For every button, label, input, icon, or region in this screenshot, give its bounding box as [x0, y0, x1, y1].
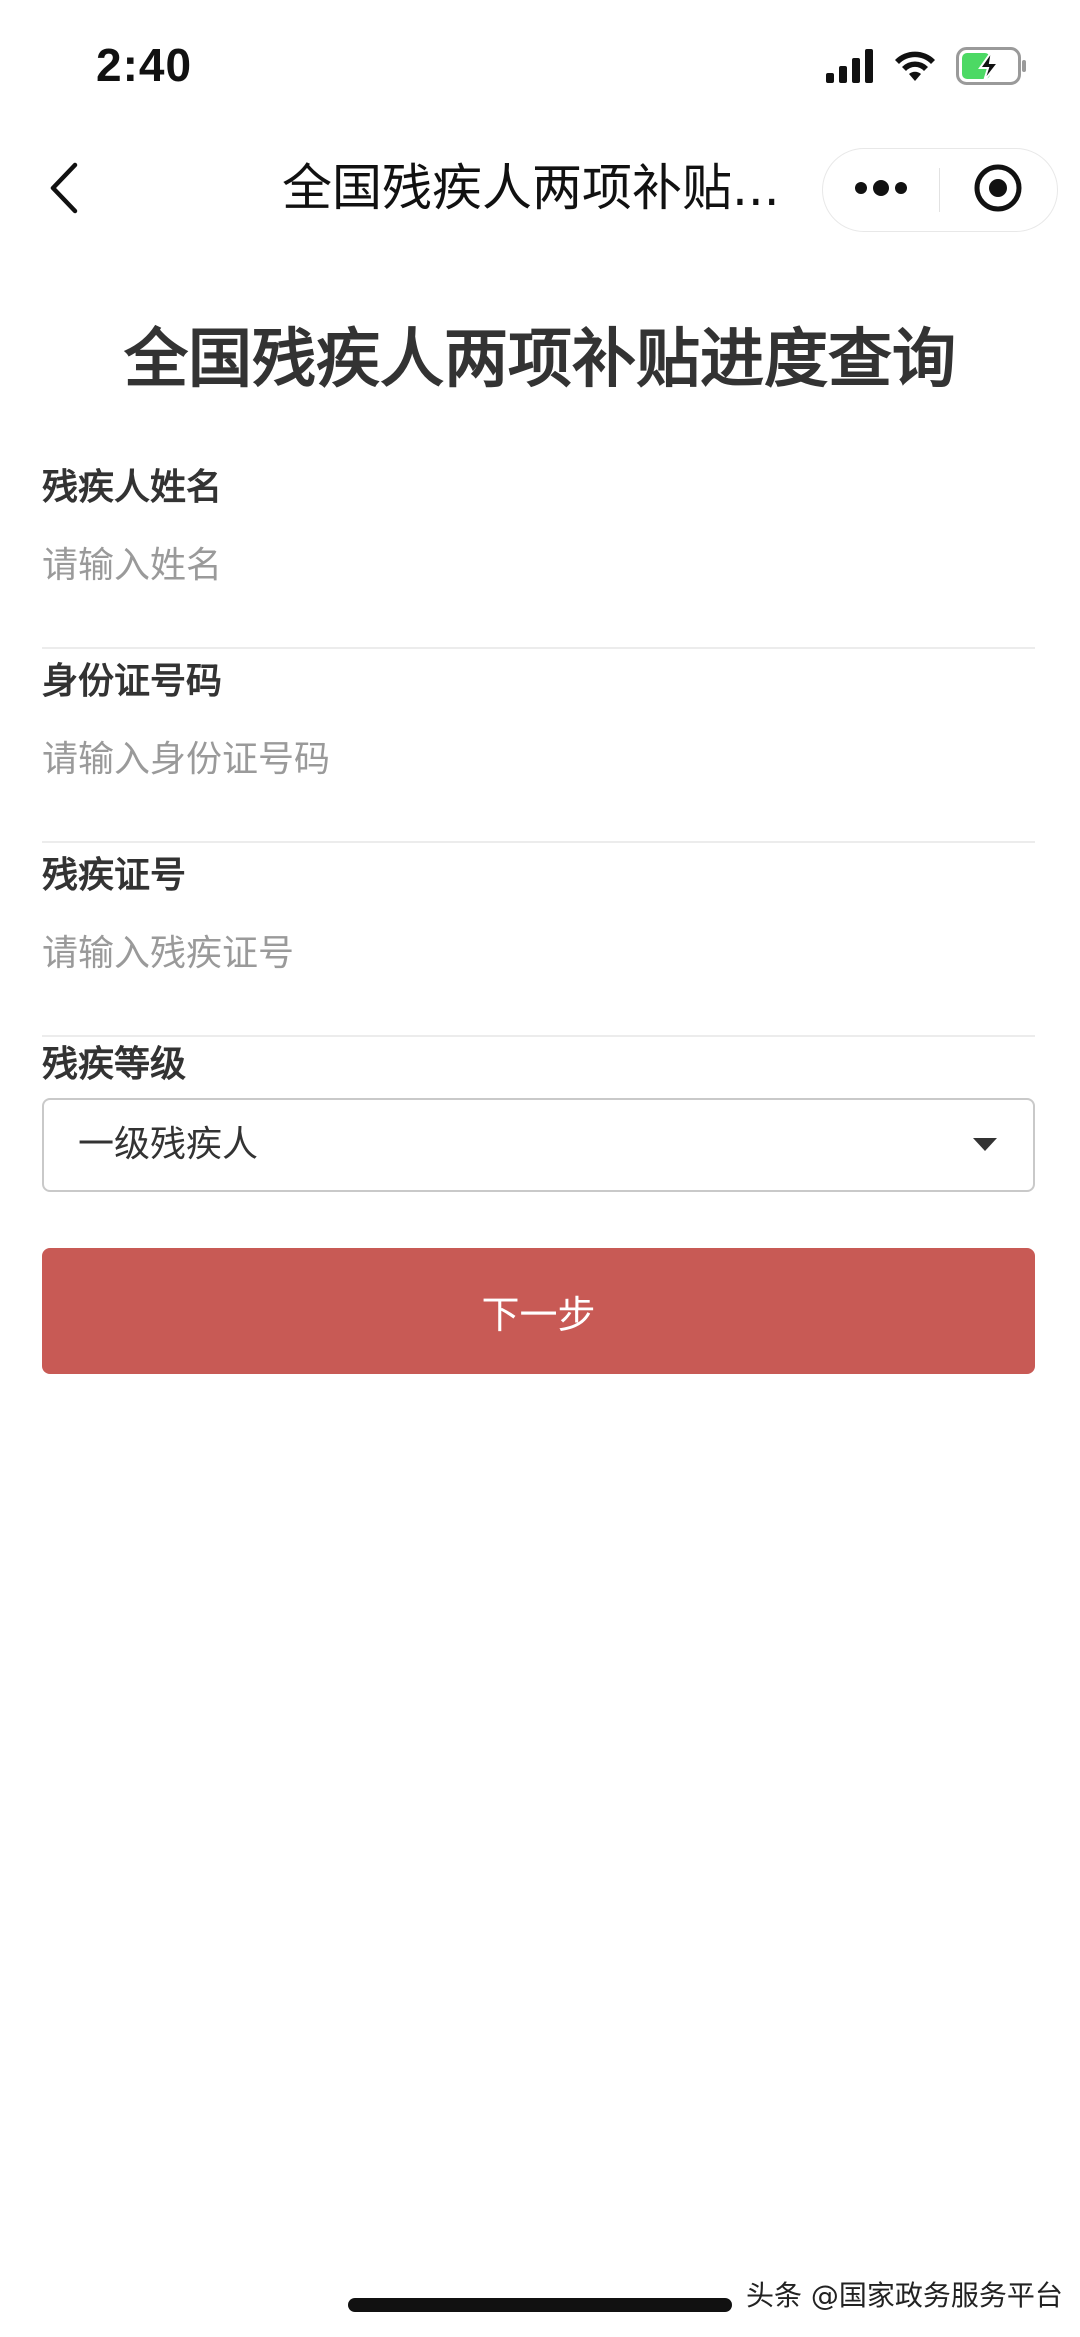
- name-input[interactable]: [42, 535, 1035, 595]
- nav-title: 全国残疾人两项补贴...: [282, 159, 780, 217]
- id-number-label: 身份证号码: [42, 661, 223, 702]
- disability-cert-label: 残疾证号: [42, 855, 187, 896]
- disability-cert-input[interactable]: [42, 923, 1035, 983]
- disability-level-value: 一级残疾人: [78, 1124, 259, 1165]
- disability-level-select[interactable]: 一级残疾人: [42, 1098, 1035, 1192]
- status-bar: 2:40: [0, 0, 1080, 130]
- id-number-input[interactable]: [42, 729, 1035, 789]
- more-dots-icon: [853, 178, 909, 202]
- wifi-icon: [892, 49, 938, 87]
- name-field: 残疾人姓名: [42, 455, 1035, 649]
- back-button[interactable]: [34, 160, 94, 220]
- close-button[interactable]: [940, 148, 1056, 232]
- query-form: 残疾人姓名 身份证号码 残疾证号: [42, 455, 1035, 1037]
- watermark-text: 头条 @国家政务服务平台: [746, 2279, 1063, 2312]
- close-target-icon: [972, 162, 1024, 218]
- battery-charging-icon: [956, 47, 1028, 89]
- id-number-field: 身份证号码: [42, 649, 1035, 843]
- page-title: 全国残疾人两项补贴进度查询: [124, 323, 956, 397]
- back-chevron-icon: [49, 162, 79, 218]
- status-icons: [826, 46, 1028, 90]
- name-label: 残疾人姓名: [42, 467, 223, 508]
- more-button[interactable]: [823, 148, 939, 232]
- menu-capsule: [822, 148, 1058, 232]
- nav-bar: 全国残疾人两项补贴...: [0, 140, 1080, 240]
- next-button[interactable]: 下一步: [42, 1248, 1035, 1374]
- disability-cert-field: 残疾证号: [42, 843, 1035, 1037]
- disability-level-label: 残疾等级: [42, 1044, 187, 1085]
- status-time: 2:40: [96, 39, 193, 91]
- caret-down-icon: [973, 1138, 997, 1151]
- home-indicator[interactable]: [348, 2298, 732, 2312]
- cellular-signal-icon: [826, 49, 874, 87]
